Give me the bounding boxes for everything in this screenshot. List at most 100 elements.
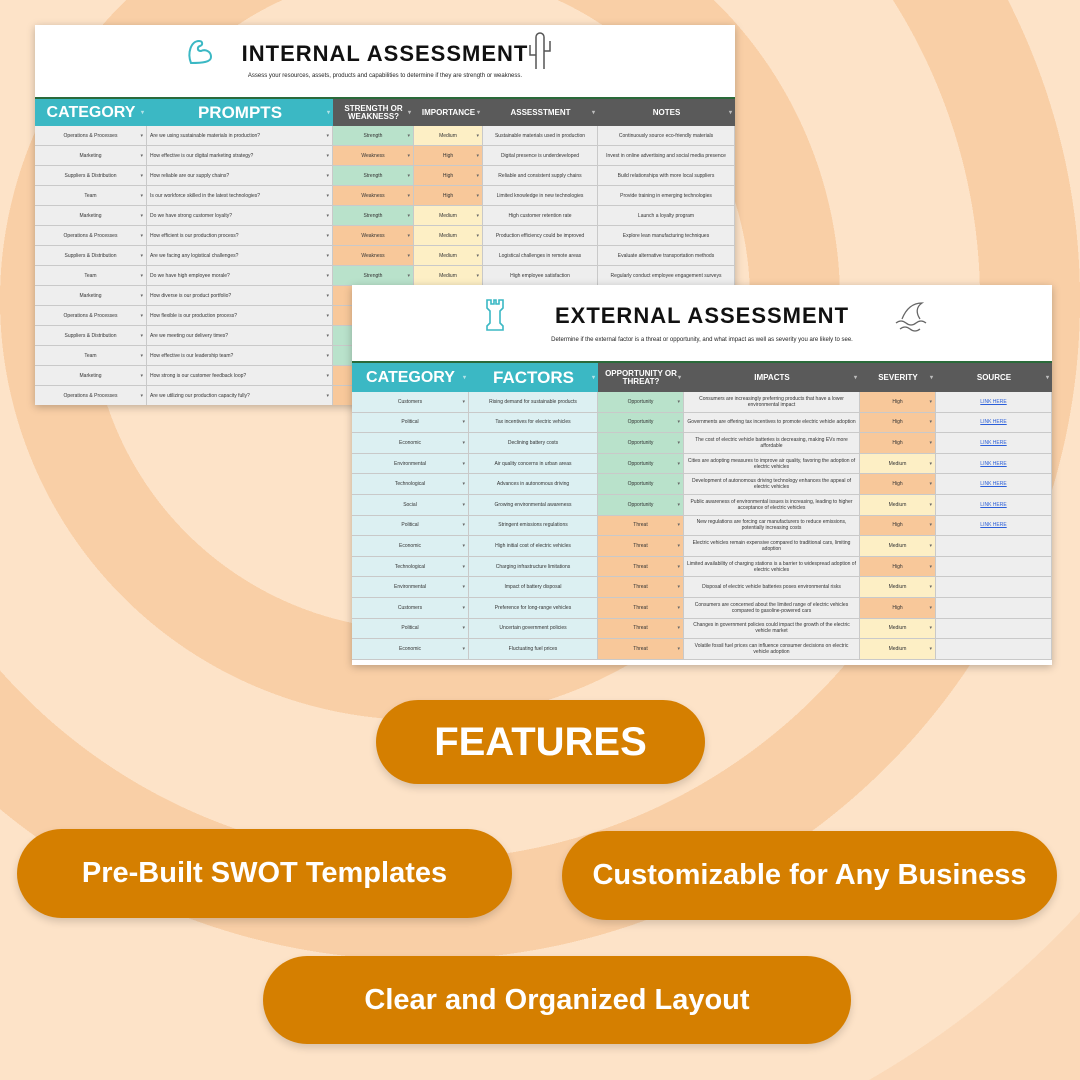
category-dropdown[interactable]: Social bbox=[352, 494, 469, 515]
source-link[interactable]: LINK HERE bbox=[980, 481, 1006, 487]
cell-text: High bbox=[892, 481, 903, 488]
category-dropdown[interactable]: Economic bbox=[352, 433, 469, 453]
source-link[interactable]: LINK HERE bbox=[980, 502, 1006, 508]
source-link[interactable]: LINK HERE bbox=[980, 399, 1006, 405]
category-dropdown[interactable]: Marketing bbox=[35, 286, 147, 305]
category-dropdown[interactable]: Team bbox=[35, 186, 147, 205]
cell-text: Opportunity bbox=[627, 398, 654, 405]
importance-dropdown[interactable]: Medium bbox=[414, 226, 483, 245]
category-dropdown[interactable]: Political bbox=[352, 618, 469, 639]
category-dropdown[interactable]: Suppliers & Distribution bbox=[35, 326, 147, 345]
severity-dropdown[interactable]: Medium bbox=[860, 494, 936, 515]
source-link[interactable]: LINK HERE bbox=[980, 440, 1006, 446]
cell-text: Public awareness of environmental issues… bbox=[690, 498, 853, 511]
severity-dropdown[interactable]: High bbox=[860, 515, 936, 536]
category-dropdown[interactable]: Team bbox=[35, 266, 147, 285]
column-header[interactable]: IMPACTS bbox=[684, 363, 860, 392]
column-header[interactable]: SOURCE bbox=[936, 363, 1052, 392]
column-header[interactable]: FACTORS bbox=[469, 363, 598, 392]
column-header[interactable]: OPPORTUNITY OR THREAT? bbox=[598, 363, 684, 392]
opportunity-threat-dropdown[interactable]: Threat bbox=[598, 536, 684, 556]
strength-weakness-dropdown[interactable]: Weakness bbox=[333, 246, 414, 265]
severity-dropdown[interactable]: High bbox=[860, 556, 936, 577]
opportunity-threat-dropdown[interactable]: Opportunity bbox=[598, 453, 684, 474]
column-header[interactable]: STRENGTH OR WEAKNESS? bbox=[333, 99, 414, 126]
cell-text: Economic bbox=[399, 645, 421, 652]
category-dropdown[interactable]: Operations & Processes bbox=[35, 386, 147, 405]
strength-weakness-dropdown[interactable]: Strength bbox=[333, 166, 414, 185]
column-header[interactable]: CATEGORY bbox=[35, 99, 147, 126]
severity-dropdown[interactable]: Medium bbox=[860, 639, 936, 659]
opportunity-threat-dropdown[interactable]: Opportunity bbox=[598, 474, 684, 494]
cell: Are we using sustainable materials in pr… bbox=[147, 126, 333, 145]
category-dropdown[interactable]: Customers bbox=[352, 597, 469, 618]
cell-text: Threat bbox=[633, 542, 648, 549]
source-link[interactable]: LINK HERE bbox=[980, 419, 1006, 425]
severity-dropdown[interactable]: Medium bbox=[860, 453, 936, 474]
category-dropdown[interactable]: Suppliers & Distribution bbox=[35, 246, 147, 265]
opportunity-threat-dropdown[interactable]: Opportunity bbox=[598, 494, 684, 515]
cell-text: How strong is our customer feedback loop… bbox=[150, 372, 247, 379]
strength-weakness-dropdown[interactable]: Strength bbox=[333, 126, 414, 145]
category-dropdown[interactable]: Operations & Processes bbox=[35, 226, 147, 245]
category-dropdown[interactable]: Suppliers & Distribution bbox=[35, 166, 147, 185]
category-dropdown[interactable]: Customers bbox=[352, 392, 469, 412]
strength-weakness-dropdown[interactable]: Weakness bbox=[333, 146, 414, 165]
severity-dropdown[interactable]: High bbox=[860, 597, 936, 618]
column-header[interactable]: IMPORTANCE bbox=[414, 99, 483, 126]
importance-dropdown[interactable]: High bbox=[414, 186, 483, 205]
importance-dropdown[interactable]: Medium bbox=[414, 266, 483, 285]
category-dropdown[interactable]: Technological bbox=[352, 556, 469, 577]
category-dropdown[interactable]: Political bbox=[352, 515, 469, 536]
importance-dropdown[interactable]: High bbox=[414, 166, 483, 185]
category-dropdown[interactable]: Team bbox=[35, 346, 147, 365]
source-link[interactable]: LINK HERE bbox=[980, 522, 1006, 528]
opportunity-threat-dropdown[interactable]: Threat bbox=[598, 515, 684, 536]
opportunity-threat-dropdown[interactable]: Opportunity bbox=[598, 433, 684, 453]
column-header[interactable]: CATEGORY bbox=[352, 363, 469, 392]
severity-dropdown[interactable]: High bbox=[860, 433, 936, 453]
strength-weakness-dropdown[interactable]: Weakness bbox=[333, 186, 414, 205]
source-link[interactable]: LINK HERE bbox=[980, 461, 1006, 467]
category-dropdown[interactable]: Marketing bbox=[35, 146, 147, 165]
strength-weakness-dropdown[interactable]: Weakness bbox=[333, 226, 414, 245]
severity-dropdown[interactable]: Medium bbox=[860, 577, 936, 597]
column-header[interactable]: SEVERITY bbox=[860, 363, 936, 392]
category-dropdown[interactable]: Environmental bbox=[352, 453, 469, 474]
cell: Public awareness of environmental issues… bbox=[684, 494, 860, 515]
category-dropdown[interactable]: Operations & Processes bbox=[35, 126, 147, 145]
importance-dropdown[interactable]: Medium bbox=[414, 126, 483, 145]
category-dropdown[interactable]: Economic bbox=[352, 536, 469, 556]
severity-dropdown[interactable]: Medium bbox=[860, 618, 936, 639]
opportunity-threat-dropdown[interactable]: Threat bbox=[598, 639, 684, 659]
category-dropdown[interactable]: Political bbox=[352, 412, 469, 433]
category-dropdown[interactable]: Marketing bbox=[35, 206, 147, 225]
strength-weakness-dropdown[interactable]: Strength bbox=[333, 206, 414, 225]
severity-dropdown[interactable]: High bbox=[860, 412, 936, 433]
category-dropdown[interactable]: Marketing bbox=[35, 366, 147, 385]
opportunity-threat-dropdown[interactable]: Threat bbox=[598, 577, 684, 597]
column-header[interactable]: NOTES bbox=[598, 99, 735, 126]
category-dropdown[interactable]: Technological bbox=[352, 474, 469, 494]
opportunity-threat-dropdown[interactable]: Threat bbox=[598, 618, 684, 639]
importance-dropdown[interactable]: High bbox=[414, 146, 483, 165]
category-dropdown[interactable]: Operations & Processes bbox=[35, 306, 147, 325]
importance-dropdown[interactable]: Medium bbox=[414, 206, 483, 225]
cell-text: Medium bbox=[439, 212, 457, 219]
category-dropdown[interactable]: Economic bbox=[352, 639, 469, 659]
opportunity-threat-dropdown[interactable]: Threat bbox=[598, 597, 684, 618]
opportunity-threat-dropdown[interactable]: Threat bbox=[598, 556, 684, 577]
cell-text: Customers bbox=[397, 604, 423, 611]
importance-dropdown[interactable]: Medium bbox=[414, 246, 483, 265]
cell-text: Political bbox=[401, 419, 419, 426]
opportunity-threat-dropdown[interactable]: Opportunity bbox=[598, 412, 684, 433]
strength-weakness-dropdown[interactable]: Strength bbox=[333, 266, 414, 285]
column-header[interactable]: PROMPTS bbox=[147, 99, 333, 126]
opportunity-threat-dropdown[interactable]: Opportunity bbox=[598, 392, 684, 412]
table-row: Social Growing environmental awareness Opp… bbox=[352, 494, 1052, 516]
severity-dropdown[interactable]: Medium bbox=[860, 536, 936, 556]
severity-dropdown[interactable]: High bbox=[860, 392, 936, 412]
severity-dropdown[interactable]: High bbox=[860, 474, 936, 494]
column-header[interactable]: ASSESSTMENT bbox=[483, 99, 598, 126]
category-dropdown[interactable]: Environmental bbox=[352, 577, 469, 597]
